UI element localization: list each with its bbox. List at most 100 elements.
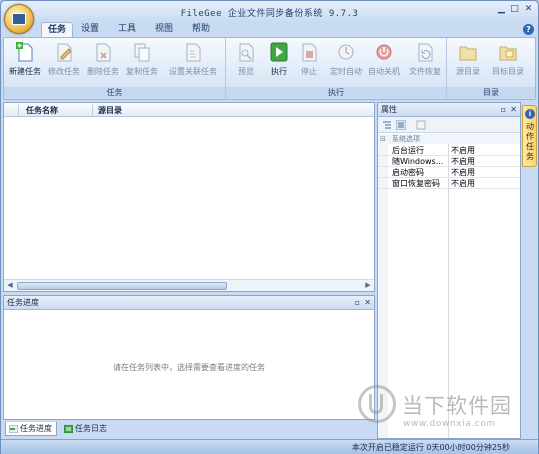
progress-tab-icon <box>9 425 18 433</box>
log-tab-icon <box>64 425 73 433</box>
tab-settings[interactable]: 设置 <box>77 22 103 38</box>
edit-task-icon <box>57 43 72 62</box>
ribbon-group-execute: 预览 执行 停止 定时自动 自动关机 文件恢复 执行 <box>226 38 447 99</box>
properties-close-icon[interactable]: ✕ <box>510 103 517 116</box>
maximize-button[interactable]: □ <box>508 4 521 15</box>
properties-toolbar <box>378 117 520 133</box>
tab-task-log[interactable]: 任务日志 <box>61 422 113 436</box>
collapse-icon[interactable]: ⊟ <box>380 134 386 144</box>
tab-task-log-label: 任务日志 <box>75 424 107 433</box>
side-tab-action-task[interactable]: i 动作任务 <box>522 105 537 167</box>
property-name: 随Windows... <box>392 157 444 166</box>
tab-view[interactable]: 视图 <box>151 22 177 38</box>
pin-icon[interactable]: ▫ <box>501 103 506 116</box>
watermark-text: 当下软件园 <box>402 394 512 418</box>
watermark-url: www.downxia.com <box>403 419 496 429</box>
target-dir-button[interactable]: 目标目录 <box>487 41 529 85</box>
properties-title: 属性 <box>381 105 397 114</box>
property-value[interactable]: 不启用 <box>451 145 475 156</box>
scroll-right-icon[interactable]: ▶ <box>362 280 374 291</box>
new-task-icon <box>16 42 33 62</box>
source-dir-label: 源目录 <box>456 67 480 76</box>
window-title: FileGee 企业文件同步备份系统 9.7.3 <box>180 9 359 19</box>
delete-task-label: 删除任务 <box>87 67 119 76</box>
ribbon-group-execute-label: 执行 <box>226 87 446 98</box>
auto-shutdown-button[interactable]: 自动关机 <box>365 41 403 85</box>
progress-hint-text: 请在任务列表中，选择需要查看进度的任务 <box>113 363 265 372</box>
tab-help[interactable]: 帮助 <box>188 22 214 38</box>
pin-icon[interactable]: ▫ <box>355 296 360 309</box>
ribbon-panel: 新建任务 修改任务 删除任务 复制任务 设置关联任务 任务 预览 执行 停止 定… <box>3 37 536 100</box>
column-source-dir[interactable]: 源目录 <box>98 105 122 116</box>
new-task-button[interactable]: 新建任务 <box>6 41 44 85</box>
property-row-window-restore-password[interactable]: 窗口恢复密码 不启用 <box>378 178 520 189</box>
copy-task-button[interactable]: 复制任务 <box>123 41 161 85</box>
scroll-left-icon[interactable]: ◀ <box>4 280 16 291</box>
property-value[interactable]: 不启用 <box>451 178 475 189</box>
tab-tools[interactable]: 工具 <box>114 22 140 38</box>
task-list[interactable]: 任务名称 源目录 ◀ ▶ <box>3 102 375 292</box>
delete-task-button[interactable]: 删除任务 <box>84 41 122 85</box>
preview-button[interactable]: 预览 <box>228 41 264 85</box>
properties-category[interactable]: ⊟ 系统选项 <box>378 134 520 144</box>
column-task-name[interactable]: 任务名称 <box>26 105 58 116</box>
link-task-button[interactable]: 设置关联任务 <box>164 41 222 85</box>
alphabetical-view-icon[interactable] <box>396 120 406 130</box>
copy-task-label: 复制任务 <box>126 67 158 76</box>
watermark-logo-mark <box>369 394 383 414</box>
copy-task-icon <box>134 43 150 62</box>
stop-button[interactable]: 停止 <box>294 41 324 85</box>
property-name: 窗口恢复密码 <box>392 179 440 188</box>
ribbon-tab-bar: 任务 设置 工具 视图 帮助 ? <box>1 21 538 38</box>
title-bar: FileGee 企业文件同步备份系统 9.7.3 ▁ □ ✕ <box>1 1 538 34</box>
property-name: 启动密码 <box>392 168 424 177</box>
horizontal-scrollbar[interactable]: ◀ ▶ <box>4 279 374 291</box>
column-separator <box>18 104 19 116</box>
progress-title-bar: 任务进度 ▫ ✕ <box>4 296 374 310</box>
progress-close-icon[interactable]: ✕ <box>364 296 371 309</box>
minimize-button[interactable]: ▁ <box>495 4 508 15</box>
ribbon-group-directory: 源目录 目标目录 目录 <box>447 38 535 99</box>
delete-task-icon <box>96 43 111 62</box>
categorized-view-icon[interactable] <box>382 120 392 130</box>
property-row-start-with-windows[interactable]: 随Windows... 不启用 <box>378 156 520 167</box>
stop-label: 停止 <box>301 67 317 76</box>
status-bar: 本次开启已稳定运行 0天00小时00分钟25秒 <box>1 439 538 454</box>
scrollbar-thumb[interactable] <box>17 282 227 290</box>
tab-task-progress[interactable]: 任务进度 <box>5 422 57 436</box>
progress-title: 任务进度 <box>7 298 39 307</box>
source-folder-icon <box>459 46 477 61</box>
task-progress-panel: 任务进度 ▫ ✕ 请在任务列表中，选择需要查看进度的任务 <box>3 295 375 420</box>
close-button[interactable]: ✕ <box>522 4 535 15</box>
property-value[interactable]: 不启用 <box>451 167 475 178</box>
category-label: 系统选项 <box>392 135 420 143</box>
schedule-button[interactable]: 定时自动 <box>327 41 365 85</box>
file-restore-button[interactable]: 文件恢复 <box>406 41 444 85</box>
property-row-background-run[interactable]: 后台运行 不启用 <box>378 145 520 156</box>
properties-panel: 属性 ▫ ✕ ⊟ 系统选项 后台运行 不启用 随Windows... 不启用 启… <box>377 102 521 439</box>
property-name: 后台运行 <box>392 146 424 155</box>
link-task-icon <box>186 43 201 62</box>
property-value[interactable]: 不启用 <box>451 156 475 167</box>
tab-task-progress-label: 任务进度 <box>20 424 52 433</box>
run-label: 执行 <box>271 67 287 76</box>
help-icon[interactable]: ? <box>523 24 534 35</box>
bottom-tab-bar: 任务进度 任务日志 <box>3 422 375 437</box>
preview-icon <box>239 43 254 62</box>
side-tab-label: 动作任务 <box>526 122 534 161</box>
tab-task[interactable]: 任务 <box>41 22 73 38</box>
status-uptime: 本次开启已稳定运行 0天00小时00分钟25秒 <box>351 443 510 452</box>
run-button[interactable]: 执行 <box>264 41 294 85</box>
app-window: FileGee 企业文件同步备份系统 9.7.3 ▁ □ ✕ 任务 设置 工具 … <box>0 0 539 454</box>
shutdown-icon <box>376 44 392 60</box>
restore-icon <box>418 43 433 62</box>
property-pages-icon[interactable] <box>416 120 426 130</box>
source-dir-button[interactable]: 源目录 <box>451 41 485 85</box>
edit-task-button[interactable]: 修改任务 <box>45 41 83 85</box>
schedule-label: 定时自动 <box>330 67 362 76</box>
column-separator <box>92 104 93 116</box>
property-row-startup-password[interactable]: 启动密码 不启用 <box>378 167 520 178</box>
target-folder-icon <box>499 46 517 61</box>
edit-task-label: 修改任务 <box>48 67 80 76</box>
info-icon: i <box>525 109 535 119</box>
